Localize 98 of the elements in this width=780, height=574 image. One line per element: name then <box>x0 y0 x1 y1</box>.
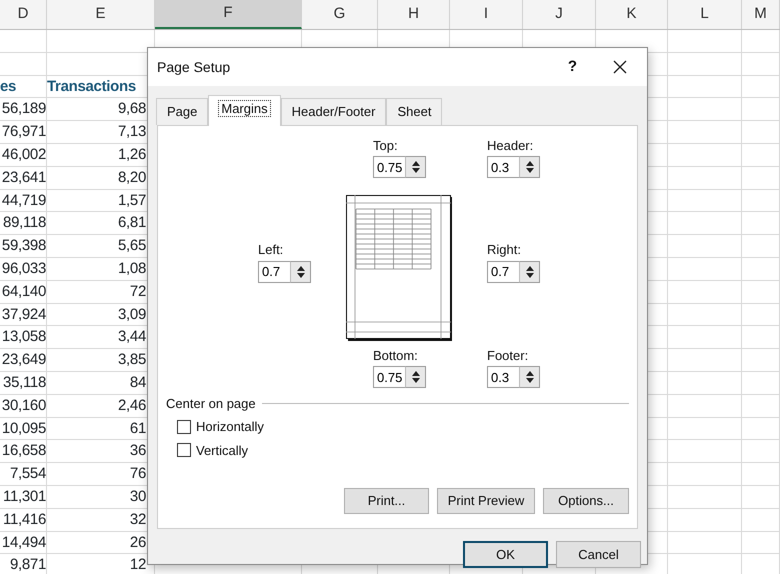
table-cell: 32 <box>130 510 146 528</box>
spinner-button[interactable] <box>405 366 426 388</box>
column-header[interactable]: G <box>302 0 378 29</box>
checkbox[interactable]: Horizontally <box>177 417 637 436</box>
table-cell: 36 <box>130 442 146 460</box>
down-arrow-icon <box>412 168 420 173</box>
column-header[interactable]: F <box>155 0 302 29</box>
table-cell: 8,20 <box>118 168 146 186</box>
table-cell: 9,68 <box>118 100 146 118</box>
table-cell: 23,641 <box>2 168 46 186</box>
dialog-button[interactable]: Print Preview <box>437 488 535 514</box>
field-label: Right: <box>487 241 522 260</box>
tab[interactable]: Margins <box>208 95 281 126</box>
table-cell: 30 <box>130 488 146 505</box>
table-cell: 1,57 <box>118 192 146 209</box>
up-arrow-icon <box>296 266 304 271</box>
column-header[interactable]: I <box>450 0 523 29</box>
input-field[interactable]: 0.3 <box>487 156 519 178</box>
dialog-button[interactable]: OK <box>463 540 548 568</box>
column-header[interactable]: J <box>523 0 596 29</box>
field-label: Header: <box>487 136 534 154</box>
tab[interactable]: Page <box>156 98 208 124</box>
input-field[interactable]: 0.7 <box>258 260 290 283</box>
table-cell: 1,26 <box>118 146 146 163</box>
table-cell: 3,44 <box>118 328 146 346</box>
spinner-button[interactable] <box>519 366 540 388</box>
column-header[interactable]: D <box>0 0 47 29</box>
checkbox[interactable]: Vertically <box>177 440 637 460</box>
down-arrow-icon <box>526 272 534 278</box>
table-cell: 56,189 <box>2 100 46 118</box>
down-arrow-icon <box>412 378 420 383</box>
table-cell: 35,118 <box>3 374 46 391</box>
table-cell: 6,81 <box>118 214 146 232</box>
down-arrow-icon <box>526 378 534 383</box>
input-field[interactable]: 0.75 <box>373 156 405 178</box>
table-cell: 23,649 <box>2 351 46 368</box>
table-cell: 30,160 <box>2 396 46 414</box>
column-header[interactable]: K <box>596 0 668 29</box>
dialog-button[interactable]: Cancel <box>556 540 641 568</box>
spinner-button[interactable] <box>519 156 540 178</box>
field-label: Top: <box>373 136 399 155</box>
table-cell: 11,301 <box>3 488 46 505</box>
tab[interactable]: Sheet <box>386 98 442 124</box>
help-button[interactable]: ? <box>568 56 577 78</box>
window-title: Page Setup <box>157 58 230 77</box>
table-cell: 3,09 <box>118 306 146 323</box>
table-cell: 9,871 <box>10 556 46 574</box>
spinner-button[interactable] <box>405 156 426 178</box>
table-cell: 11,416 <box>3 510 46 528</box>
tab[interactable]: Header/Footer <box>280 98 386 124</box>
down-arrow-icon <box>296 272 304 278</box>
input-field[interactable]: 0.3 <box>487 366 519 388</box>
column-header[interactable]: H <box>378 0 450 29</box>
group-title: Center on page <box>166 394 256 413</box>
table-cell: 13,058 <box>2 328 46 346</box>
input-field[interactable]: 0.75 <box>373 366 405 388</box>
up-arrow-icon <box>412 371 420 376</box>
spinner-button[interactable] <box>290 260 311 283</box>
up-arrow-icon <box>526 371 534 376</box>
table-cell: 61 <box>130 420 146 437</box>
dialog-button[interactable]: Options... <box>543 488 629 514</box>
table-cell: 64,140 <box>2 282 46 300</box>
table-cell: 72 <box>130 282 146 300</box>
up-arrow-icon <box>526 161 534 166</box>
column-heading: es <box>0 78 16 95</box>
table-cell: 46,002 <box>2 146 46 163</box>
table-cell: 84 <box>130 374 146 391</box>
column-header[interactable]: L <box>668 0 742 29</box>
table-cell: 10,095 <box>2 420 46 437</box>
table-cell: 26 <box>130 534 146 551</box>
up-arrow-icon <box>526 266 534 271</box>
field-label: Bottom: <box>373 346 419 364</box>
table-cell: 12 <box>130 556 146 574</box>
field-label: Footer: <box>487 346 530 364</box>
table-cell: 1,08 <box>118 260 146 277</box>
table-cell: 2,46 <box>118 396 146 414</box>
close-icon[interactable] <box>613 60 627 74</box>
table-cell: 14,494 <box>2 534 46 551</box>
table-cell: 59,398 <box>2 237 46 254</box>
up-arrow-icon <box>412 161 420 166</box>
table-cell: 5,65 <box>118 237 146 254</box>
table-cell: 44,719 <box>2 192 46 209</box>
down-arrow-icon <box>526 168 534 173</box>
dialog-button[interactable]: Print... <box>344 488 429 514</box>
table-cell: 7,554 <box>10 465 46 482</box>
table-cell: 76 <box>130 465 146 482</box>
table-cell: 76,971 <box>2 123 46 140</box>
table-cell: 16,658 <box>2 442 46 460</box>
column-heading: Transactions <box>47 78 136 95</box>
spinner-button[interactable] <box>519 260 540 283</box>
table-cell: 3,85 <box>118 351 146 368</box>
input-field[interactable]: 0.7 <box>487 260 519 283</box>
column-header[interactable]: M <box>742 0 780 29</box>
table-cell: 7,13 <box>118 123 146 140</box>
field-label: Left: <box>258 241 284 260</box>
table-cell: 96,033 <box>2 260 46 277</box>
table-cell: 37,924 <box>2 306 46 323</box>
table-cell: 89,118 <box>3 214 46 232</box>
